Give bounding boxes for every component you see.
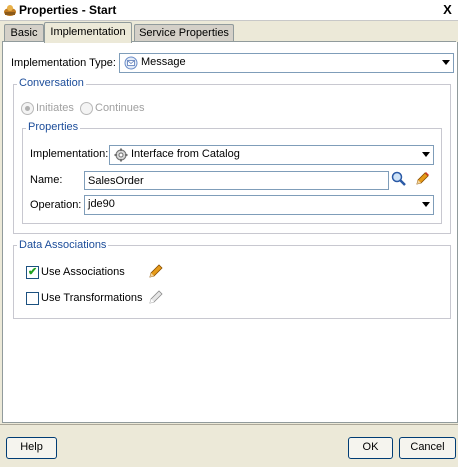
edit-pencil-disabled-icon bbox=[149, 290, 163, 304]
operation-label: Operation: bbox=[30, 199, 82, 211]
properties-group-title: Properties bbox=[26, 121, 81, 133]
operation-select[interactable]: jde90 bbox=[84, 195, 434, 215]
use-transformations-label: Use Transformations bbox=[41, 292, 143, 304]
implementation-label: Implementation: bbox=[30, 148, 109, 160]
data-associations-group bbox=[13, 245, 451, 319]
name-label: Name: bbox=[30, 174, 63, 186]
initiates-label: Initiates bbox=[36, 102, 74, 114]
use-associations-label: Use Associations bbox=[41, 266, 125, 278]
chevron-down-icon bbox=[422, 202, 430, 207]
edit-pencil-icon[interactable] bbox=[414, 171, 430, 187]
tab-service-properties[interactable]: Service Properties bbox=[134, 24, 234, 42]
gear-icon bbox=[114, 148, 128, 162]
title-bar: Properties - Start X bbox=[0, 0, 458, 21]
use-transformations-checkbox[interactable] bbox=[26, 292, 39, 305]
name-input[interactable] bbox=[85, 172, 387, 189]
name-field[interactable] bbox=[84, 171, 389, 190]
edit-pencil-icon[interactable] bbox=[148, 263, 164, 279]
data-associations-group-title: Data Associations bbox=[17, 239, 109, 251]
cancel-button[interactable]: Cancel bbox=[399, 437, 456, 459]
ok-button[interactable]: OK bbox=[348, 437, 393, 459]
button-bar-divider bbox=[0, 424, 458, 425]
implementation-type-value: Message bbox=[141, 56, 186, 68]
conversation-group-title: Conversation bbox=[17, 77, 86, 89]
search-icon[interactable] bbox=[391, 171, 407, 187]
initiates-radio[interactable] bbox=[21, 102, 34, 115]
implementation-select[interactable]: Interface from Catalog bbox=[109, 145, 434, 165]
chevron-down-icon bbox=[422, 152, 430, 157]
use-associations-checkbox[interactable]: ✔ bbox=[26, 266, 39, 279]
window-title: Properties - Start bbox=[19, 3, 117, 17]
properties-window-icon bbox=[4, 5, 16, 16]
close-icon[interactable]: X bbox=[440, 2, 455, 17]
continues-radio[interactable] bbox=[80, 102, 93, 115]
chevron-down-icon bbox=[442, 60, 450, 65]
tab-basic[interactable]: Basic bbox=[4, 24, 44, 42]
operation-value: jde90 bbox=[88, 198, 115, 210]
help-button[interactable]: Help bbox=[6, 437, 57, 459]
check-icon: ✔ bbox=[28, 266, 38, 278]
implementation-value: Interface from Catalog bbox=[131, 148, 240, 160]
implementation-type-label: Implementation Type: bbox=[11, 57, 116, 69]
message-icon bbox=[124, 56, 138, 70]
continues-label: Continues bbox=[95, 102, 145, 114]
tab-implementation[interactable]: Implementation bbox=[44, 22, 132, 43]
implementation-type-select[interactable]: Message bbox=[119, 53, 454, 73]
